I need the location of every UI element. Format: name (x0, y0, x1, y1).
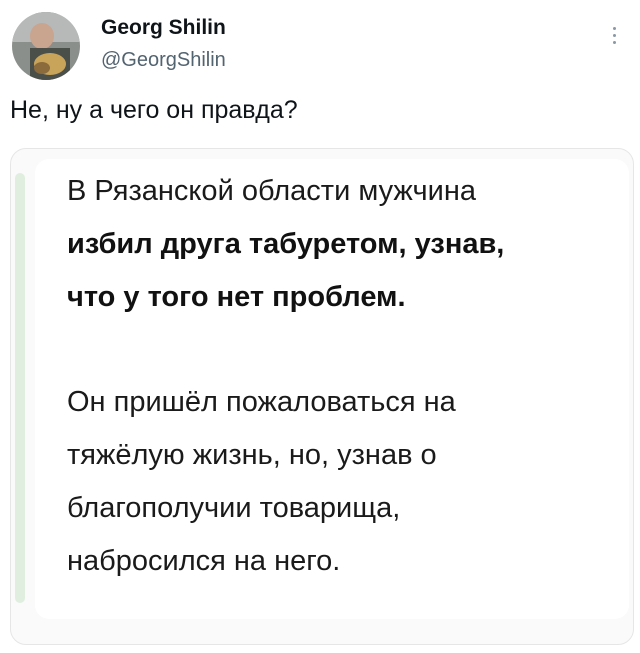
message-line-3: что у того нет проблем. (67, 281, 406, 313)
message-line-6: благополучии товарища, (67, 492, 401, 524)
message-line-7: набросился на него. (67, 545, 341, 577)
tweet: Georg Shilin @GeorgShilin Не, ну а чего … (0, 0, 640, 653)
bubble-accent-bar (15, 173, 25, 603)
message-line-2: избил друга табуретом, узнав, (67, 228, 505, 260)
author-display-name[interactable]: Georg Shilin (101, 16, 226, 40)
more-vertical-icon[interactable] (604, 23, 624, 53)
tweet-text: Не, ну а чего он правда? (10, 96, 298, 124)
message-line-5: тяжёлую жизнь, но, узнав о (67, 439, 437, 471)
tweet-media-image[interactable]: В Рязанской области мужчина избил друга … (10, 148, 634, 645)
author-handle[interactable]: @GeorgShilin (101, 49, 226, 72)
message-line-4: Он пришёл пожаловаться на (67, 386, 456, 418)
message-line-1: В Рязанской области мужчина (67, 175, 476, 207)
avatar[interactable] (12, 12, 80, 80)
